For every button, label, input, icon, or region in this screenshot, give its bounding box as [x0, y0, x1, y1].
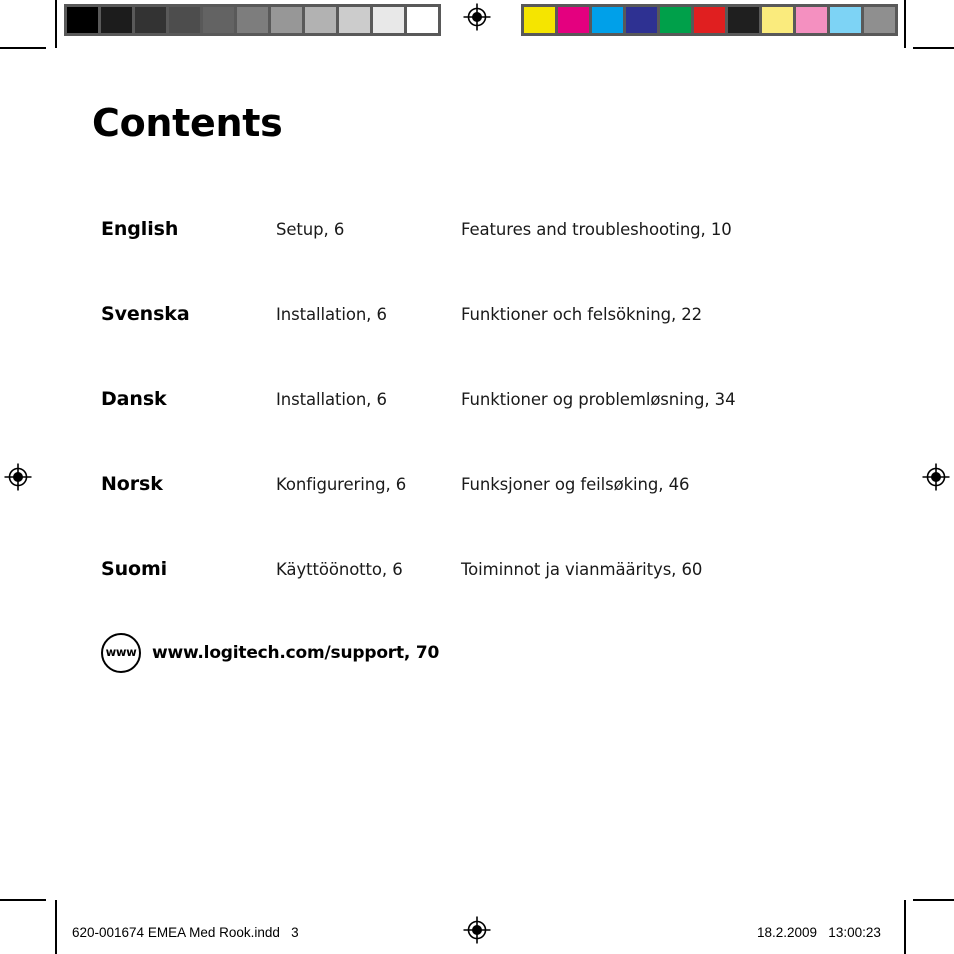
process-color-swatch-10 — [864, 7, 895, 33]
support-link-row[interactable]: www www.logitech.com/support, 70 — [101, 633, 439, 673]
process-color-swatch-0 — [524, 7, 555, 33]
toc-features-entry[interactable]: Features and troubleshooting, 10 — [461, 220, 901, 239]
toc-row: Dansk Installation, 6 Funktioner og proble… — [101, 388, 901, 473]
process-color-swatch-2 — [592, 7, 623, 33]
toc-setup-entry[interactable]: Konfigurering, 6 — [276, 475, 461, 494]
footer-file-info: 620-001674 EMEA Med Rook.indd 3 — [72, 925, 299, 940]
crop-mark-top-right-horizontal — [913, 47, 954, 49]
grayscale-swatch-5 — [237, 7, 268, 33]
process-color-swatch-7 — [762, 7, 793, 33]
process-color-swatch-6 — [728, 7, 759, 33]
crop-mark-bottom-left-horizontal — [0, 899, 46, 901]
toc-row: Norsk Konfigurering, 6 Funksjoner og feils… — [101, 473, 901, 558]
grayscale-swatch-9 — [373, 7, 404, 33]
support-url-label: www.logitech.com/support, 70 — [152, 643, 440, 663]
toc-features-entry[interactable]: Funktioner och felsökning, 22 — [461, 305, 901, 324]
www-icon-label: www — [105, 645, 137, 660]
process-color-swatch-4 — [660, 7, 691, 33]
footer-timestamp: 18.2.2009 13:00:23 — [757, 925, 881, 940]
table-of-contents: English Setup, 6 Features and troubleshoot… — [101, 218, 901, 643]
crop-mark-top-right-vertical — [904, 0, 906, 48]
grayscale-swatch-3 — [169, 7, 200, 33]
crop-mark-top-left-horizontal — [0, 47, 46, 49]
toc-features-entry[interactable]: Toiminnot ja vianmääritys, 60 — [461, 560, 901, 579]
process-color-swatch-5 — [694, 7, 725, 33]
registration-target-icon-right — [921, 462, 951, 492]
grayscale-swatch-7 — [305, 7, 336, 33]
toc-features-entry[interactable]: Funksjoner og feilsøking, 46 — [461, 475, 901, 494]
page-title: Contents — [92, 101, 283, 145]
process-color-swatch-8 — [796, 7, 827, 33]
grayscale-swatch-2 — [135, 7, 166, 33]
toc-language-label: Norsk — [101, 473, 163, 495]
grayscale-swatch-8 — [339, 7, 370, 33]
crop-mark-bottom-right-vertical — [904, 900, 906, 954]
toc-row: Suomi Käyttöönotto, 6 Toiminnot ja vianmää… — [101, 558, 901, 643]
toc-setup-entry[interactable]: Installation, 6 — [276, 305, 461, 324]
crop-mark-bottom-right-horizontal — [913, 899, 954, 901]
registration-target-icon-left — [3, 462, 33, 492]
grayscale-calibration-bar — [64, 4, 441, 36]
grayscale-swatch-0 — [67, 7, 98, 33]
grayscale-swatch-6 — [271, 7, 302, 33]
toc-row: Svenska Installation, 6 Funktioner och fel… — [101, 303, 901, 388]
toc-row: English Setup, 6 Features and troubleshoot… — [101, 218, 901, 303]
www-icon: www — [101, 633, 141, 673]
crop-mark-bottom-left-vertical — [55, 900, 57, 954]
process-color-swatch-9 — [830, 7, 861, 33]
toc-setup-entry[interactable]: Käyttöönotto, 6 — [276, 560, 461, 579]
toc-language-label: Suomi — [101, 558, 168, 580]
registration-target-icon-top — [462, 2, 492, 32]
process-color-swatch-1 — [558, 7, 589, 33]
toc-language-label: Dansk — [101, 388, 167, 410]
process-color-swatch-3 — [626, 7, 657, 33]
toc-setup-entry[interactable]: Installation, 6 — [276, 390, 461, 409]
grayscale-swatch-10 — [407, 7, 438, 33]
toc-language-label: English — [101, 218, 179, 240]
process-color-calibration-bar — [521, 4, 898, 36]
grayscale-swatch-1 — [101, 7, 132, 33]
toc-language-label: Svenska — [101, 303, 190, 325]
crop-mark-top-left-vertical — [55, 0, 57, 48]
grayscale-swatch-4 — [203, 7, 234, 33]
toc-setup-entry[interactable]: Setup, 6 — [276, 220, 461, 239]
registration-target-icon-bottom — [462, 915, 492, 945]
toc-features-entry[interactable]: Funktioner og problemløsning, 34 — [461, 390, 901, 409]
